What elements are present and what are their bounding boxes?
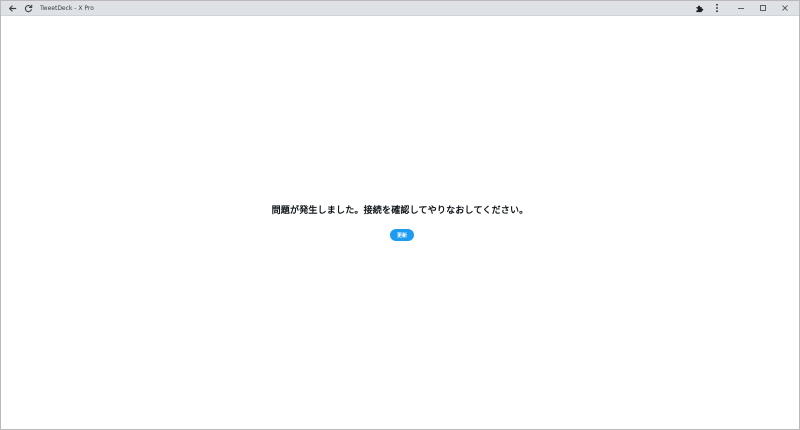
puzzle-piece-icon — [695, 5, 703, 12]
close-button[interactable] — [774, 1, 796, 15]
back-button[interactable] — [6, 2, 18, 14]
reload-icon — [24, 4, 32, 12]
error-message: 問題が発生しました。接続を確認してやりなおしてください。 — [271, 206, 529, 216]
title-bar: TweetDeck - X Pro — [1, 1, 799, 16]
reload-button[interactable] — [22, 2, 34, 14]
minimize-icon — [738, 8, 744, 9]
maximize-button[interactable] — [752, 1, 774, 15]
window-title: TweetDeck - X Pro — [40, 4, 94, 12]
menu-button[interactable] — [711, 2, 723, 14]
refresh-button[interactable]: 更新 — [390, 229, 414, 241]
kebab-menu-icon — [716, 3, 718, 13]
app-window: TweetDeck - X Pro 問題が発生しました。接続を確認してやりなおし… — [0, 0, 800, 430]
maximize-icon — [760, 5, 766, 11]
close-icon — [782, 5, 788, 11]
extensions-button[interactable] — [693, 2, 705, 14]
minimize-button[interactable] — [730, 1, 752, 15]
arrow-left-icon — [8, 4, 16, 12]
main-content: 問題が発生しました。接続を確認してやりなおしてください。 更新 — [1, 16, 799, 429]
